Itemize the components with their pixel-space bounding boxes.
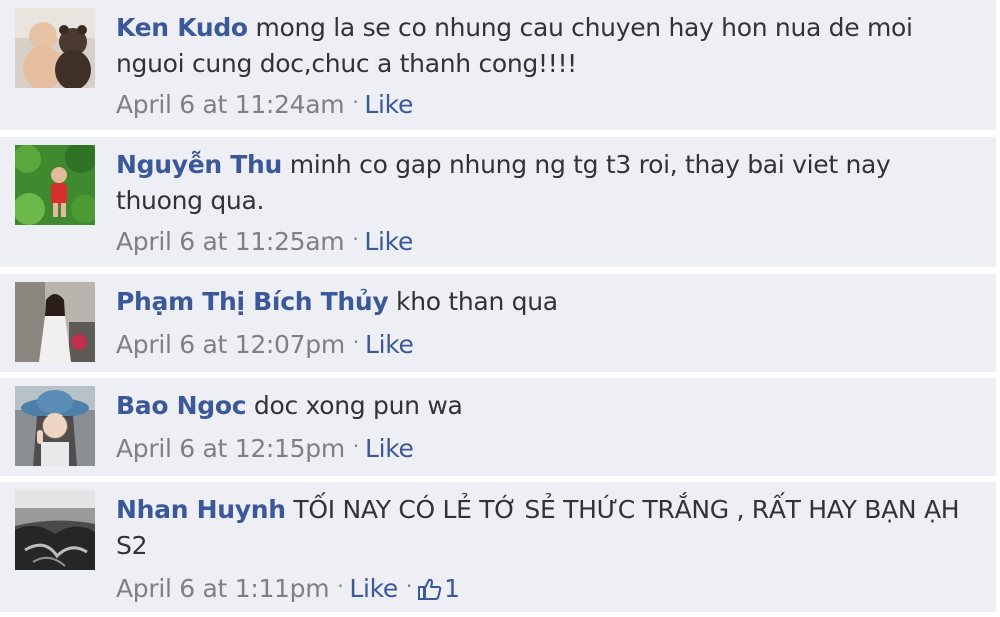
separator-dot: ·	[337, 574, 344, 598]
comment-item: Nhan Huynh TỐI NAY CÓ LẺ TỚ SẺ THỨC TRẮN…	[0, 482, 996, 612]
comment-item: Phạm Thị Bích Thủy kho than qua April 6 …	[0, 274, 996, 372]
like-link[interactable]: Like	[364, 90, 413, 119]
comment-body: Bao Ngoc doc xong pun wa	[116, 388, 976, 424]
baby-with-teddy-bear-photo-icon	[15, 8, 95, 88]
like-link[interactable]: Like	[365, 330, 414, 359]
comment-body: Nhan Huynh TỐI NAY CÓ LẺ TỚ SẺ THỨC TRẮN…	[116, 492, 976, 564]
comment-meta: April 6 at 12:15pm · Like	[116, 431, 414, 468]
like-link[interactable]: Like	[349, 574, 398, 603]
separator-dot: ·	[352, 227, 359, 251]
comment-item: Nguyễn Thu minh co gap nhung ng tg t3 ro…	[0, 137, 996, 267]
comment-body: Phạm Thị Bích Thủy kho than qua	[116, 284, 976, 320]
like-count[interactable]: 1	[418, 574, 460, 603]
comment-item: Ken Kudo mong la se co nhung cau chuyen …	[0, 0, 996, 130]
comment-meta: April 6 at 11:25am · Like	[116, 224, 413, 261]
separator-dot: ·	[352, 330, 359, 354]
comment-timestamp[interactable]: April 6 at 12:15pm	[116, 434, 345, 463]
comment-list: Ken Kudo mong la se co nhung cau chuyen …	[0, 0, 1000, 617]
comment-text: doc xong pun wa	[253, 391, 463, 420]
comment-timestamp[interactable]: April 6 at 1:11pm	[116, 574, 330, 603]
comment-author-link[interactable]: Nguyễn Thu	[116, 150, 282, 179]
separator-dot: ·	[352, 90, 359, 114]
comment-author-link[interactable]: Phạm Thị Bích Thủy	[116, 287, 389, 316]
avatar[interactable]	[15, 8, 95, 88]
like-link[interactable]: Like	[365, 434, 414, 463]
comment-body: Ken Kudo mong la se co nhung cau chuyen …	[116, 10, 976, 82]
avatar[interactable]	[15, 145, 95, 225]
girl-in-blue-hat-photo-icon	[15, 386, 95, 466]
avatar[interactable]	[15, 386, 95, 466]
comment-item: Bao Ngoc doc xong pun wa April 6 at 12:1…	[0, 378, 996, 476]
comment-timestamp[interactable]: April 6 at 11:25am	[116, 227, 345, 256]
comment-meta: April 6 at 1:11pm · Like · 1	[116, 571, 460, 608]
thumbs-up-icon	[418, 578, 442, 600]
comment-timestamp[interactable]: April 6 at 11:24am	[116, 90, 345, 119]
black-and-white-photo-icon	[15, 490, 95, 570]
woman-in-ao-dai-photo-icon	[15, 282, 95, 362]
avatar[interactable]	[15, 282, 95, 362]
girl-in-green-leaves-photo-icon	[15, 145, 95, 225]
comment-meta: April 6 at 12:07pm · Like	[116, 327, 414, 364]
comment-author-link[interactable]: Ken Kudo	[116, 13, 248, 42]
avatar[interactable]	[15, 490, 95, 570]
comment-author-link[interactable]: Bao Ngoc	[116, 391, 247, 420]
separator-dot: ·	[406, 574, 413, 598]
like-count-value: 1	[444, 574, 460, 603]
comment-author-link[interactable]: Nhan Huynh	[116, 495, 286, 524]
comment-body: Nguyễn Thu minh co gap nhung ng tg t3 ro…	[116, 147, 976, 219]
comment-meta: April 6 at 11:24am · Like	[116, 87, 413, 124]
like-link[interactable]: Like	[364, 227, 413, 256]
comment-timestamp[interactable]: April 6 at 12:07pm	[116, 330, 345, 359]
comment-text: kho than qua	[396, 287, 558, 316]
separator-dot: ·	[352, 434, 359, 458]
